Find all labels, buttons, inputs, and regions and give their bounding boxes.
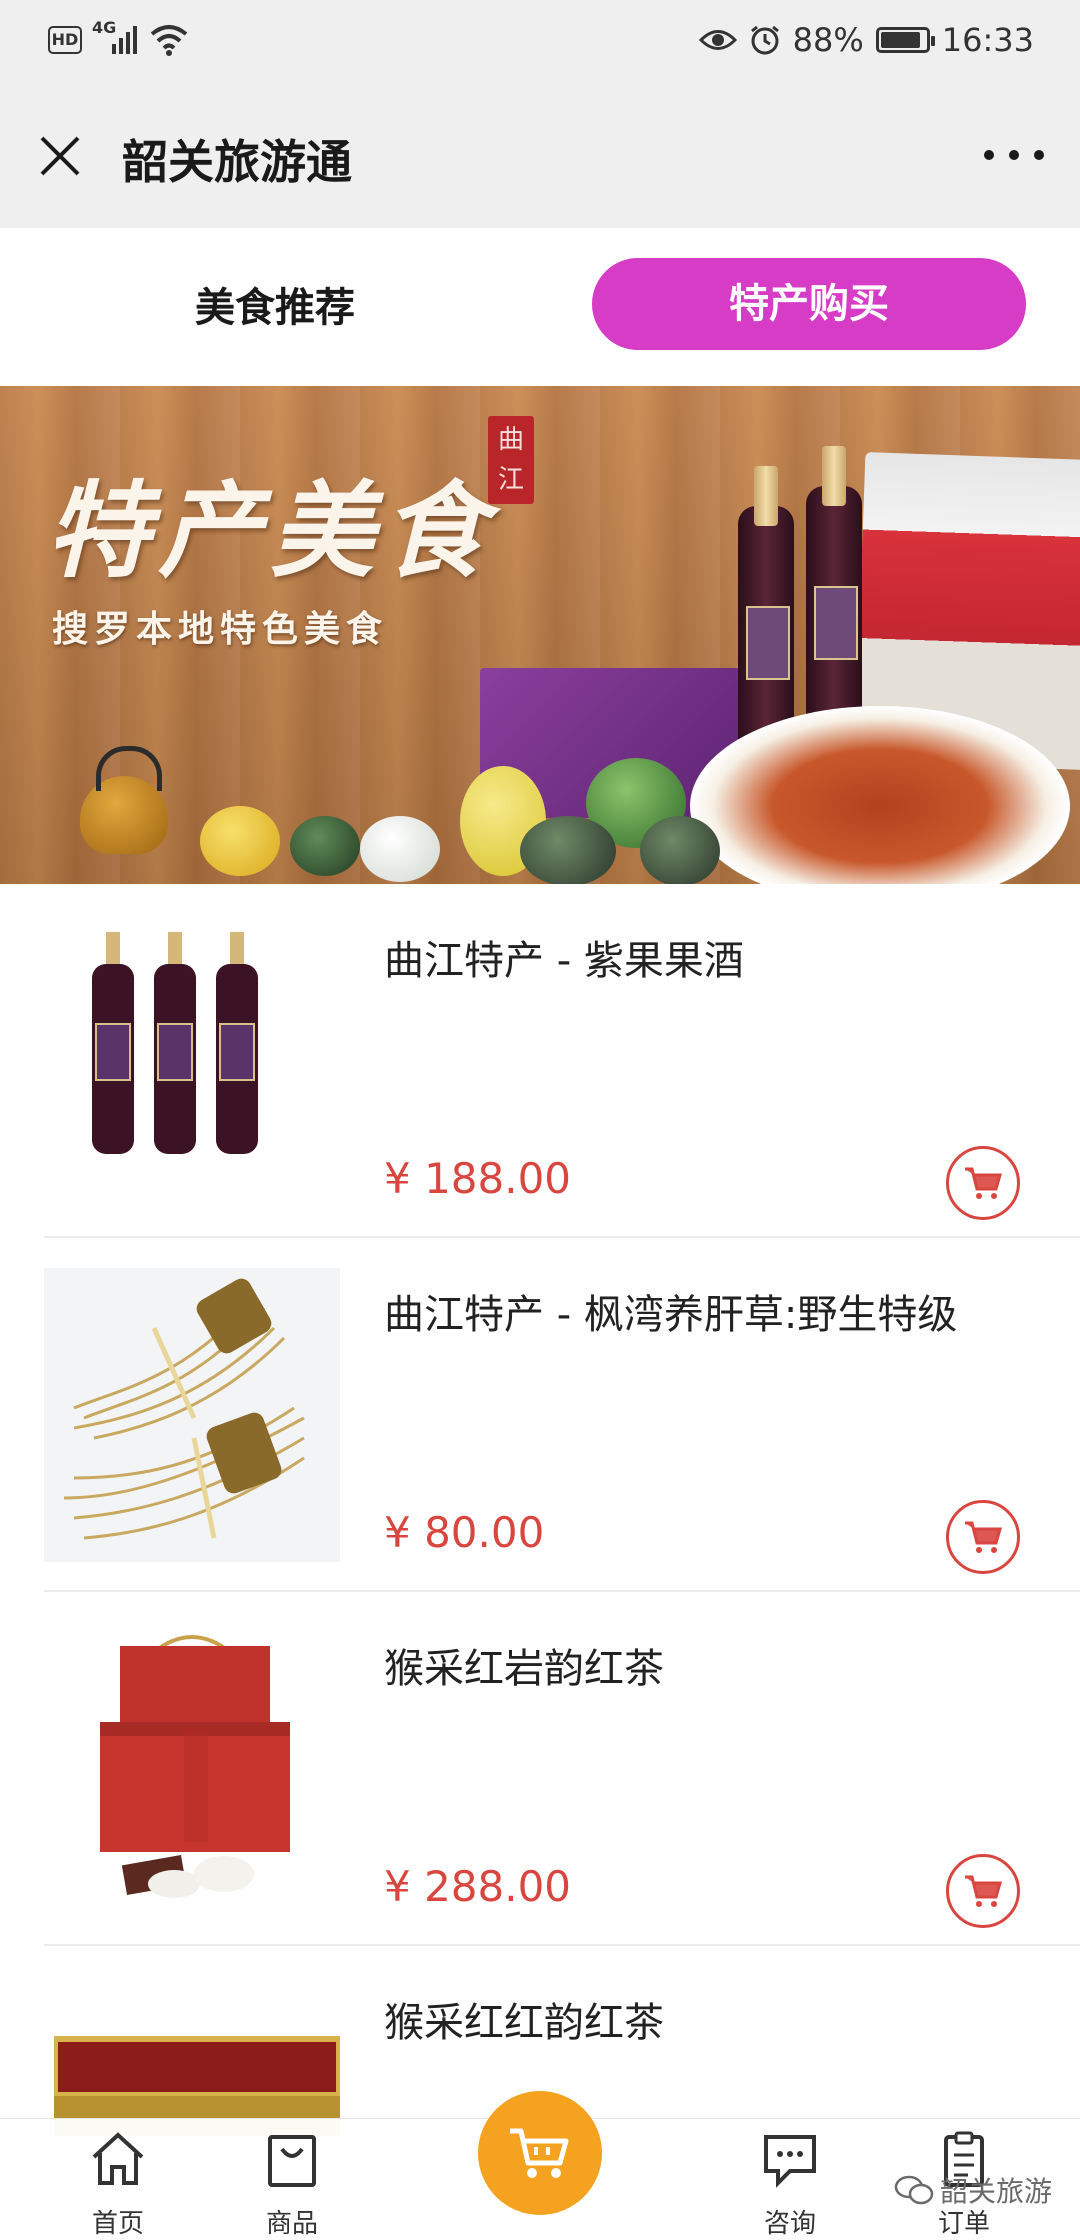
wifi-icon — [150, 25, 188, 56]
more-dot-icon — [1009, 150, 1019, 160]
home-icon — [92, 2132, 144, 2185]
tab-home[interactable]: 首页 — [58, 2129, 178, 2239]
cart-center-button[interactable] — [478, 2091, 602, 2215]
lemon-image — [200, 806, 280, 876]
product-price: ¥ 188.00 — [384, 1154, 572, 1203]
close-icon[interactable] — [36, 132, 84, 180]
white-dumpling-image — [360, 816, 440, 882]
tab-consult[interactable]: 咨询 — [730, 2129, 850, 2239]
green-dumpling-image — [520, 816, 616, 884]
tab-food-recommend[interactable]: 美食推荐 — [120, 270, 430, 346]
banner-seal: 曲江 — [488, 416, 534, 504]
product-item[interactable]: 曲江特产 - 枫湾养肝草:野生特级 ¥ 80.00 — [0, 1238, 1080, 1592]
cart-icon — [510, 2128, 569, 2178]
battery-icon — [875, 27, 935, 53]
status-bar: HD 4G 88% 16:33 — [0, 0, 1080, 80]
watermark-text: 韶关旅游 — [939, 2175, 1052, 2208]
more-menu-button[interactable] — [984, 140, 1044, 170]
product-name[interactable]: 猴采红岩韵红茶 — [384, 1636, 664, 1694]
product-price: ¥ 80.00 — [384, 1508, 545, 1557]
banner-subtitle: 搜罗本地特色美食 — [52, 608, 389, 650]
wine-bottles-image — [44, 914, 340, 1208]
cart-icon — [965, 1167, 1002, 1199]
red-tea-gift-bag-image — [44, 1622, 340, 1916]
product-thumbnail[interactable] — [44, 1268, 340, 1562]
chat-bubble-icon — [764, 2135, 816, 2188]
page-title: 韶关旅游通 — [122, 135, 352, 189]
alarm-icon — [750, 25, 779, 55]
product-name[interactable]: 曲江特产 - 紫果果酒 — [384, 928, 744, 986]
green-dumpling-image — [290, 816, 360, 876]
cart-icon — [965, 1875, 1002, 1907]
product-thumbnail[interactable] — [44, 914, 340, 1208]
wechat-icon — [894, 2175, 934, 2205]
add-to-cart-button[interactable] — [946, 1854, 1020, 1928]
teapot-image — [80, 746, 168, 854]
more-dot-icon — [984, 150, 994, 160]
more-dot-icon — [1034, 150, 1044, 160]
product-item[interactable]: 猴采红岩韵红茶 ¥ 288.00 — [0, 1592, 1080, 1946]
battery-percent: 88% — [792, 21, 864, 59]
add-to-cart-button[interactable] — [946, 1500, 1020, 1574]
cart-icon — [965, 1521, 1002, 1553]
green-dumpling-image — [640, 816, 720, 884]
eye-icon — [698, 30, 737, 50]
nav-bar: 韶关旅游通 — [0, 80, 1080, 228]
promo-banner[interactable]: 曲江 特产美食 搜罗本地特色美食 — [0, 386, 1080, 884]
banner-title: 特产美食 — [46, 469, 495, 592]
tab-consult-label: 咨询 — [763, 2209, 816, 2239]
tab-goods[interactable]: 商品 — [232, 2129, 352, 2239]
source-watermark: 韶关旅游 — [894, 2170, 1052, 2210]
tab-goods-label: 商品 — [265, 2209, 318, 2239]
tab-specialty-buy[interactable]: 特产购买 — [592, 258, 1026, 350]
product-item[interactable]: 曲江特产 - 紫果果酒 ¥ 188.00 — [0, 884, 1080, 1238]
product-name[interactable]: 曲江特产 - 枫湾养肝草:野生特级 — [384, 1282, 957, 1340]
liver-herb-roots-image — [44, 1268, 340, 1562]
tab-home-label: 首页 — [91, 2209, 144, 2239]
product-thumbnail[interactable] — [44, 1622, 340, 1916]
add-to-cart-button[interactable] — [946, 1146, 1020, 1220]
product-price: ¥ 288.00 — [384, 1862, 572, 1911]
category-tabs: 美食推荐 特产购买 — [0, 228, 1080, 386]
shopping-bag-icon — [268, 2135, 316, 2187]
clock-time: 16:33 — [941, 21, 1034, 59]
hd-badge: HD — [48, 26, 82, 54]
product-name[interactable]: 猴采红红韵红茶 — [384, 1990, 664, 2048]
battery-level — [880, 32, 920, 48]
signal-icon — [112, 26, 137, 54]
